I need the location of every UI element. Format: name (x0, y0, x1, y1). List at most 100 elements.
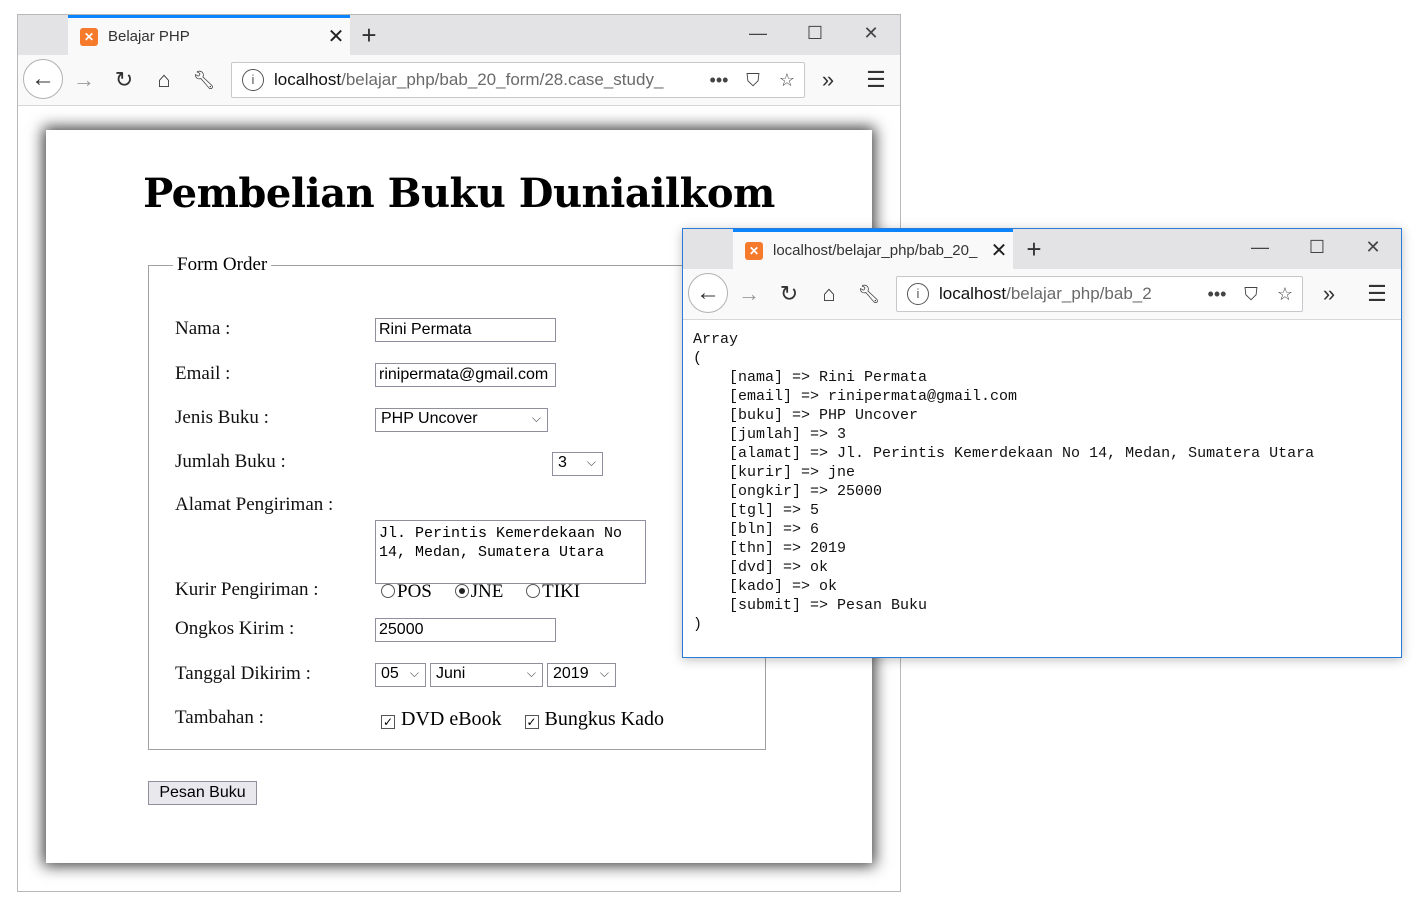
url-bar[interactable]: i localhost/belajar_php/bab_2 ••• ⛉ ☆ (896, 276, 1303, 312)
label-jumlah-buku: Jumlah Buku : (175, 451, 286, 472)
tab-title: localhost/belajar_php/bab_20_ (773, 242, 978, 259)
tanggal-selects: 05 ⌵ Juni ⌵ 2019 ⌵ (375, 663, 616, 687)
new-tab-button[interactable]: + (354, 21, 384, 51)
kurir-option-tiki[interactable]: TIKI (526, 581, 580, 602)
kurir-option-jne[interactable]: JNE (454, 581, 504, 602)
fieldset-legend: Form Order (177, 254, 268, 275)
jumlah-buku-value: 3 (558, 454, 567, 471)
kurir-option-pos[interactable]: POS (381, 581, 432, 602)
info-icon[interactable]: i (907, 283, 929, 305)
page-title: Pembelian Buku Duniailkom (143, 170, 775, 217)
chevron-down-icon: ⌵ (526, 666, 536, 680)
chevron-down-icon: ⌵ (599, 666, 609, 680)
close-tab-icon[interactable]: ✕ (985, 238, 1013, 263)
ongkos-input[interactable]: 25000 (375, 618, 556, 642)
output-line: [tgl] => 5 (693, 502, 820, 519)
tambahan-option-dvd[interactable]: ✓ DVD eBook (381, 708, 502, 730)
tab-title: Belajar PHP (108, 28, 190, 45)
close-tab-icon[interactable]: ✕ (322, 24, 350, 49)
email-input[interactable]: rinipermata@gmail.com (375, 363, 556, 387)
reload-button[interactable]: ↻ (773, 278, 805, 310)
output-line: [jumlah] => 3 (693, 426, 847, 443)
home-button[interactable]: ⌂ (148, 64, 180, 96)
radio-jne[interactable] (454, 584, 469, 598)
output-line: [dvd] => ok (693, 559, 829, 576)
alamat-textarea[interactable]: Jl. Perintis Kemerdekaan No 14, Medan, S… (375, 520, 646, 584)
forward-button[interactable]: → (733, 278, 765, 310)
page-viewport: Array ( [nama] => Rini Permata [email] =>… (683, 320, 1401, 657)
tgl-select[interactable]: 05 ⌵ (375, 663, 426, 687)
checkbox-kado[interactable]: ✓ (524, 715, 539, 729)
maximize-button[interactable]: ☐ (1302, 237, 1332, 258)
label-tanggal: Tanggal Dikirim : (175, 663, 311, 684)
more-dots-icon[interactable]: ••• (1200, 284, 1234, 305)
more-dots-icon[interactable]: ••• (702, 70, 736, 91)
forward-button[interactable]: → (68, 64, 100, 96)
home-button[interactable]: ⌂ (813, 278, 845, 310)
hamburger-menu-icon[interactable]: ☰ (860, 64, 892, 96)
thn-select[interactable]: 2019 ⌵ (547, 663, 616, 687)
output-line: [ongkir] => 25000 (693, 483, 883, 500)
chevrons-right-icon[interactable]: » (1313, 278, 1345, 310)
back-button[interactable]: ← (688, 273, 728, 313)
star-icon[interactable]: ☆ (770, 70, 804, 91)
label-tambahan: Tambahan : (175, 707, 264, 728)
tambahan-checkbox-group: ✓ DVD eBook ✓ Bungkus Kado (381, 708, 664, 731)
pesan-buku-button[interactable]: Pesan Buku (148, 781, 257, 805)
label-nama: Nama : (175, 318, 231, 339)
url-text[interactable]: localhost/belajar_php/bab_20_form/28.cas… (274, 70, 702, 90)
jumlah-buku-select[interactable]: 3 ⌵ (552, 452, 603, 476)
browser-window-output: ✕ localhost/belajar_php/bab_20_ ✕ + — ☐ … (682, 228, 1402, 658)
thn-value: 2019 (553, 665, 589, 682)
star-icon[interactable]: ☆ (1268, 284, 1302, 305)
label-ongkos: Ongkos Kirim : (175, 618, 295, 639)
navigation-toolbar: ← → ↻ ⌂ 🔧︎ i localhost/belajar_php/bab_2… (683, 269, 1401, 320)
nama-input[interactable]: Rini Permata (375, 318, 556, 342)
output-line: [kurir] => jne (693, 464, 856, 481)
radio-pos[interactable] (381, 584, 395, 598)
info-icon[interactable]: i (242, 69, 264, 91)
new-tab-button[interactable]: + (1019, 235, 1049, 265)
checkbox-dvd[interactable]: ✓ (381, 715, 395, 729)
hamburger-menu-icon[interactable]: ☰ (1361, 278, 1393, 310)
radio-pos-label: POS (397, 581, 432, 602)
wrench-icon[interactable]: 🔧︎ (853, 278, 885, 310)
xampp-favicon-icon: ✕ (745, 241, 763, 260)
tab-belajar-php[interactable]: ✕ Belajar PHP ✕ (68, 15, 350, 55)
back-button[interactable]: ← (23, 59, 63, 99)
pocket-icon[interactable]: ⛉ (736, 70, 770, 91)
xampp-favicon-icon: ✕ (80, 27, 98, 46)
radio-tiki[interactable] (526, 584, 541, 598)
output-line: [bln] => 6 (693, 521, 820, 538)
output-line: ( (693, 350, 703, 367)
chevron-down-icon: ⌵ (531, 411, 541, 425)
url-text[interactable]: localhost/belajar_php/bab_2 (939, 284, 1200, 304)
chevron-down-icon: ⌵ (409, 666, 419, 680)
bln-select[interactable]: Juni ⌵ (430, 663, 543, 687)
print-r-output: Array ( [nama] => Rini Permata [email] =>… (693, 330, 1314, 634)
radio-jne-label: JNE (470, 581, 504, 602)
wrench-icon[interactable]: 🔧︎ (188, 64, 220, 96)
output-line: [alamat] => Jl. Perintis Kemerdekaan No … (693, 445, 1315, 462)
output-line: [thn] => 2019 (693, 540, 847, 557)
minimize-button[interactable]: — (1245, 237, 1275, 258)
output-line: [buku] => PHP Uncover (693, 407, 919, 424)
reload-button[interactable]: ↻ (108, 64, 140, 96)
pocket-icon[interactable]: ⛉ (1234, 284, 1268, 305)
close-window-button[interactable]: ✕ (856, 23, 886, 44)
label-jenis-buku: Jenis Buku : (175, 407, 269, 428)
minimize-button[interactable]: — (743, 23, 773, 44)
tambahan-option-kado[interactable]: ✓ Bungkus Kado (524, 708, 664, 730)
output-line: [nama] => Rini Permata (693, 369, 928, 386)
output-line: ) (693, 616, 703, 633)
maximize-button[interactable]: ☐ (800, 23, 830, 44)
label-email: Email : (175, 363, 231, 384)
url-bar[interactable]: i localhost/belajar_php/bab_20_form/28.c… (231, 62, 805, 98)
jenis-buku-select[interactable]: PHP Uncover ⌵ (375, 408, 548, 432)
close-window-button[interactable]: ✕ (1358, 237, 1388, 258)
tab-localhost[interactable]: ✕ localhost/belajar_php/bab_20_ ✕ (733, 229, 1013, 269)
chevrons-right-icon[interactable]: » (812, 64, 844, 96)
tgl-value: 05 (381, 665, 399, 682)
checkbox-kado-label: Bungkus Kado (544, 708, 664, 730)
bln-value: Juni (436, 665, 466, 682)
